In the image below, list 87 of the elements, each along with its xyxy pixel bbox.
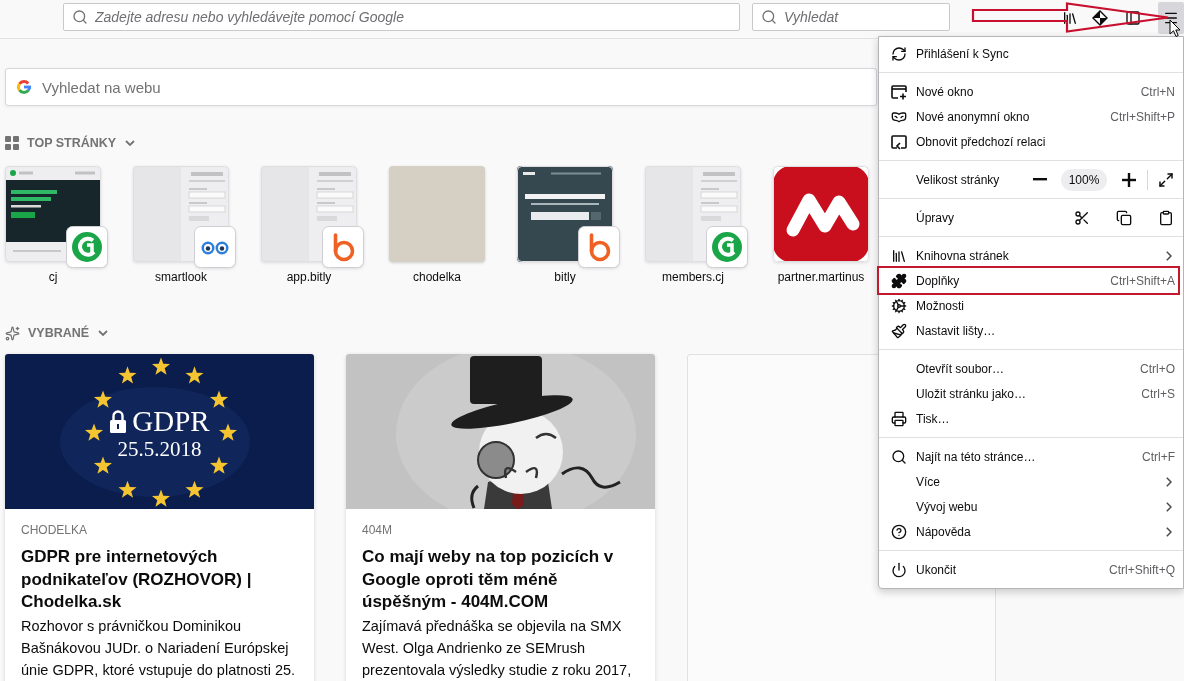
- gear-icon: [891, 297, 907, 314]
- scissors-icon: [1074, 209, 1090, 226]
- menu-icon: [1163, 10, 1179, 26]
- banner-date: 25.5.2018: [117, 437, 202, 461]
- section-title[interactable]: TOP STRÁNKY: [27, 135, 117, 151]
- menu-item[interactable]: Nové anonymní okno Ctrl+Shift+P: [879, 104, 1183, 129]
- article-card[interactable]: GDPR 25.5.2018 CHODELKA GDPR pre internetových podnikateľov (ROZHOVOR) | Chodelka.sk Rozhovor s právničkou Dominikou Bašnákovou JUDr. o Nariadení Európskej únie GDPR, ktoré vstupuje do platnosti 25.: [5, 354, 314, 681]
- site-label[interactable]: smartlook: [155, 270, 207, 285]
- sidebar-icon: [1125, 10, 1141, 26]
- b-logo-icon: [322, 226, 364, 268]
- padlock-icon: [109, 409, 128, 434]
- swirl-logo-icon: [66, 226, 108, 268]
- help-icon: [891, 523, 907, 540]
- shortcut-label: Ctrl+Shift+Q: [1108, 562, 1175, 577]
- menu-item[interactable]: Knihovna stránek: [879, 243, 1183, 268]
- search-icon: [891, 448, 907, 465]
- menu-item[interactable]: Vývoj webu: [879, 494, 1183, 519]
- web-search-bar[interactable]: Vyhledat na webu: [5, 68, 877, 106]
- article-description: Zajímavá přednáška se objevila na SMX West. Olga Andrienko ze SEMrush prezentovala výsledky studie z roku 2017,: [362, 616, 633, 680]
- minus-icon: [1033, 178, 1047, 181]
- search-bar[interactable]: Vyhledat: [752, 3, 950, 31]
- banner-title: GDPR: [132, 406, 210, 437]
- g-logo-icon: [16, 79, 32, 95]
- power-icon: [891, 561, 907, 578]
- grid-icon: [5, 136, 19, 150]
- chevron-icon[interactable]: [98, 330, 109, 336]
- paintbrush-icon: [891, 322, 907, 339]
- shortcut-label: Ctrl+N: [1140, 84, 1175, 99]
- library-icon: [1062, 10, 1078, 26]
- article-title: GDPR pre internetových podnikateľov (ROZHOVOR) | Chodelka.sk: [21, 546, 253, 613]
- page-preview-drawing[interactable]: [517, 166, 620, 268]
- new-window-icon: [891, 83, 907, 100]
- site-label[interactable]: members.cj: [662, 270, 724, 285]
- plus-icon: [1122, 172, 1136, 187]
- sync-icon: [891, 45, 907, 62]
- article-source: CHODELKA: [21, 522, 89, 538]
- site-label[interactable]: chodelka: [412, 270, 461, 285]
- zoom-reset-button[interactable]: 100%: [1061, 168, 1107, 191]
- menu-item[interactable]: Doplňky Ctrl+Shift+A: [877, 266, 1180, 295]
- swirl-logo-icon: [706, 226, 748, 268]
- eyes-logo-icon: [194, 226, 236, 268]
- address-input[interactable]: Zadejte adresu nebo vyhledávejte pomocí Google: [95, 9, 731, 25]
- printer-icon: [891, 410, 907, 427]
- menu-item[interactable]: Obnovit předchozí relaci: [879, 129, 1183, 154]
- menu-item[interactable]: Nové okno Ctrl+N: [879, 79, 1183, 104]
- expand-icon: [1158, 171, 1174, 188]
- menu-item[interactable]: Možnosti: [879, 293, 1183, 318]
- shortcut-label: Ctrl+F: [1142, 449, 1175, 464]
- library-icon: [891, 247, 907, 264]
- menu-item[interactable]: Více: [879, 469, 1183, 494]
- article-source: 404M: [362, 522, 394, 538]
- zoom-label: Velikost stránky: [916, 172, 1001, 187]
- b-logo-icon: [578, 226, 620, 268]
- copy-icon: [1116, 209, 1132, 226]
- article-card[interactable]: 404M Co mají weby na top pozicích v Google oproti těm méně úspěšným - 404M.COM Zajímavá přednáška se objevila na SMX West. Olga Andrienko ze SEMrush prezentovala výsledky studie z roku 2017,: [346, 354, 655, 681]
- page-preview-drawing[interactable]: [5, 166, 108, 268]
- search-icon: [761, 9, 777, 25]
- menu-item[interactable]: Ukončit Ctrl+Shift+Q: [879, 557, 1183, 582]
- site-label[interactable]: partner.martinus: [777, 270, 865, 285]
- section-title[interactable]: VYBRANÉ: [28, 325, 90, 341]
- web-search-input[interactable]: Vyhledat na webu: [42, 78, 866, 96]
- edit-label: Úpravy: [916, 210, 955, 225]
- search-icon: [72, 9, 88, 25]
- diamond-icon: [1092, 10, 1108, 26]
- clipboard-icon: [1158, 209, 1174, 226]
- menu-item[interactable]: Tisk…: [879, 406, 1183, 431]
- menu-item[interactable]: Otevřít soubor… Ctrl+O: [879, 356, 1183, 381]
- menu-item[interactable]: Nápověda: [879, 519, 1183, 544]
- search-input[interactable]: Vyhledat: [784, 9, 941, 25]
- chevron-icon[interactable]: [125, 140, 136, 146]
- menu-item[interactable]: Najít na této stránce… Ctrl+F: [879, 444, 1183, 469]
- shortcut-label: Ctrl+Shift+A: [1110, 273, 1175, 288]
- menu-item[interactable]: Nastavit lišty…: [879, 318, 1183, 343]
- puzzle-icon: [891, 272, 907, 289]
- shortcut-label: Ctrl+S: [1141, 386, 1175, 401]
- menu-item[interactable]: Uložit stránku jako… Ctrl+S: [879, 381, 1183, 406]
- sparkle-icon: [5, 325, 20, 341]
- window-arrow-icon: [891, 133, 907, 150]
- site-label[interactable]: bitly: [554, 270, 576, 285]
- site-label[interactable]: app.bitly: [286, 270, 332, 285]
- menu-item[interactable]: Přihlášení k Sync: [879, 41, 1183, 66]
- article-description: Rozhovor s právničkou Dominikou Bašnákovou JUDr. o Nariadení Európskej únie GDPR, ktoré vstupuje do platnosti 25.: [21, 616, 297, 680]
- site-label[interactable]: cj: [48, 270, 58, 285]
- shortcut-label: Ctrl+Shift+P: [1110, 109, 1175, 124]
- shortcut-label: Ctrl+O: [1140, 361, 1175, 376]
- address-bar[interactable]: Zadejte adresu nebo vyhledávejte pomocí Google: [63, 3, 740, 31]
- article-title: Co mají weby na top pozicích v Google oproti těm méně úspěšným - 404M.COM: [362, 546, 615, 613]
